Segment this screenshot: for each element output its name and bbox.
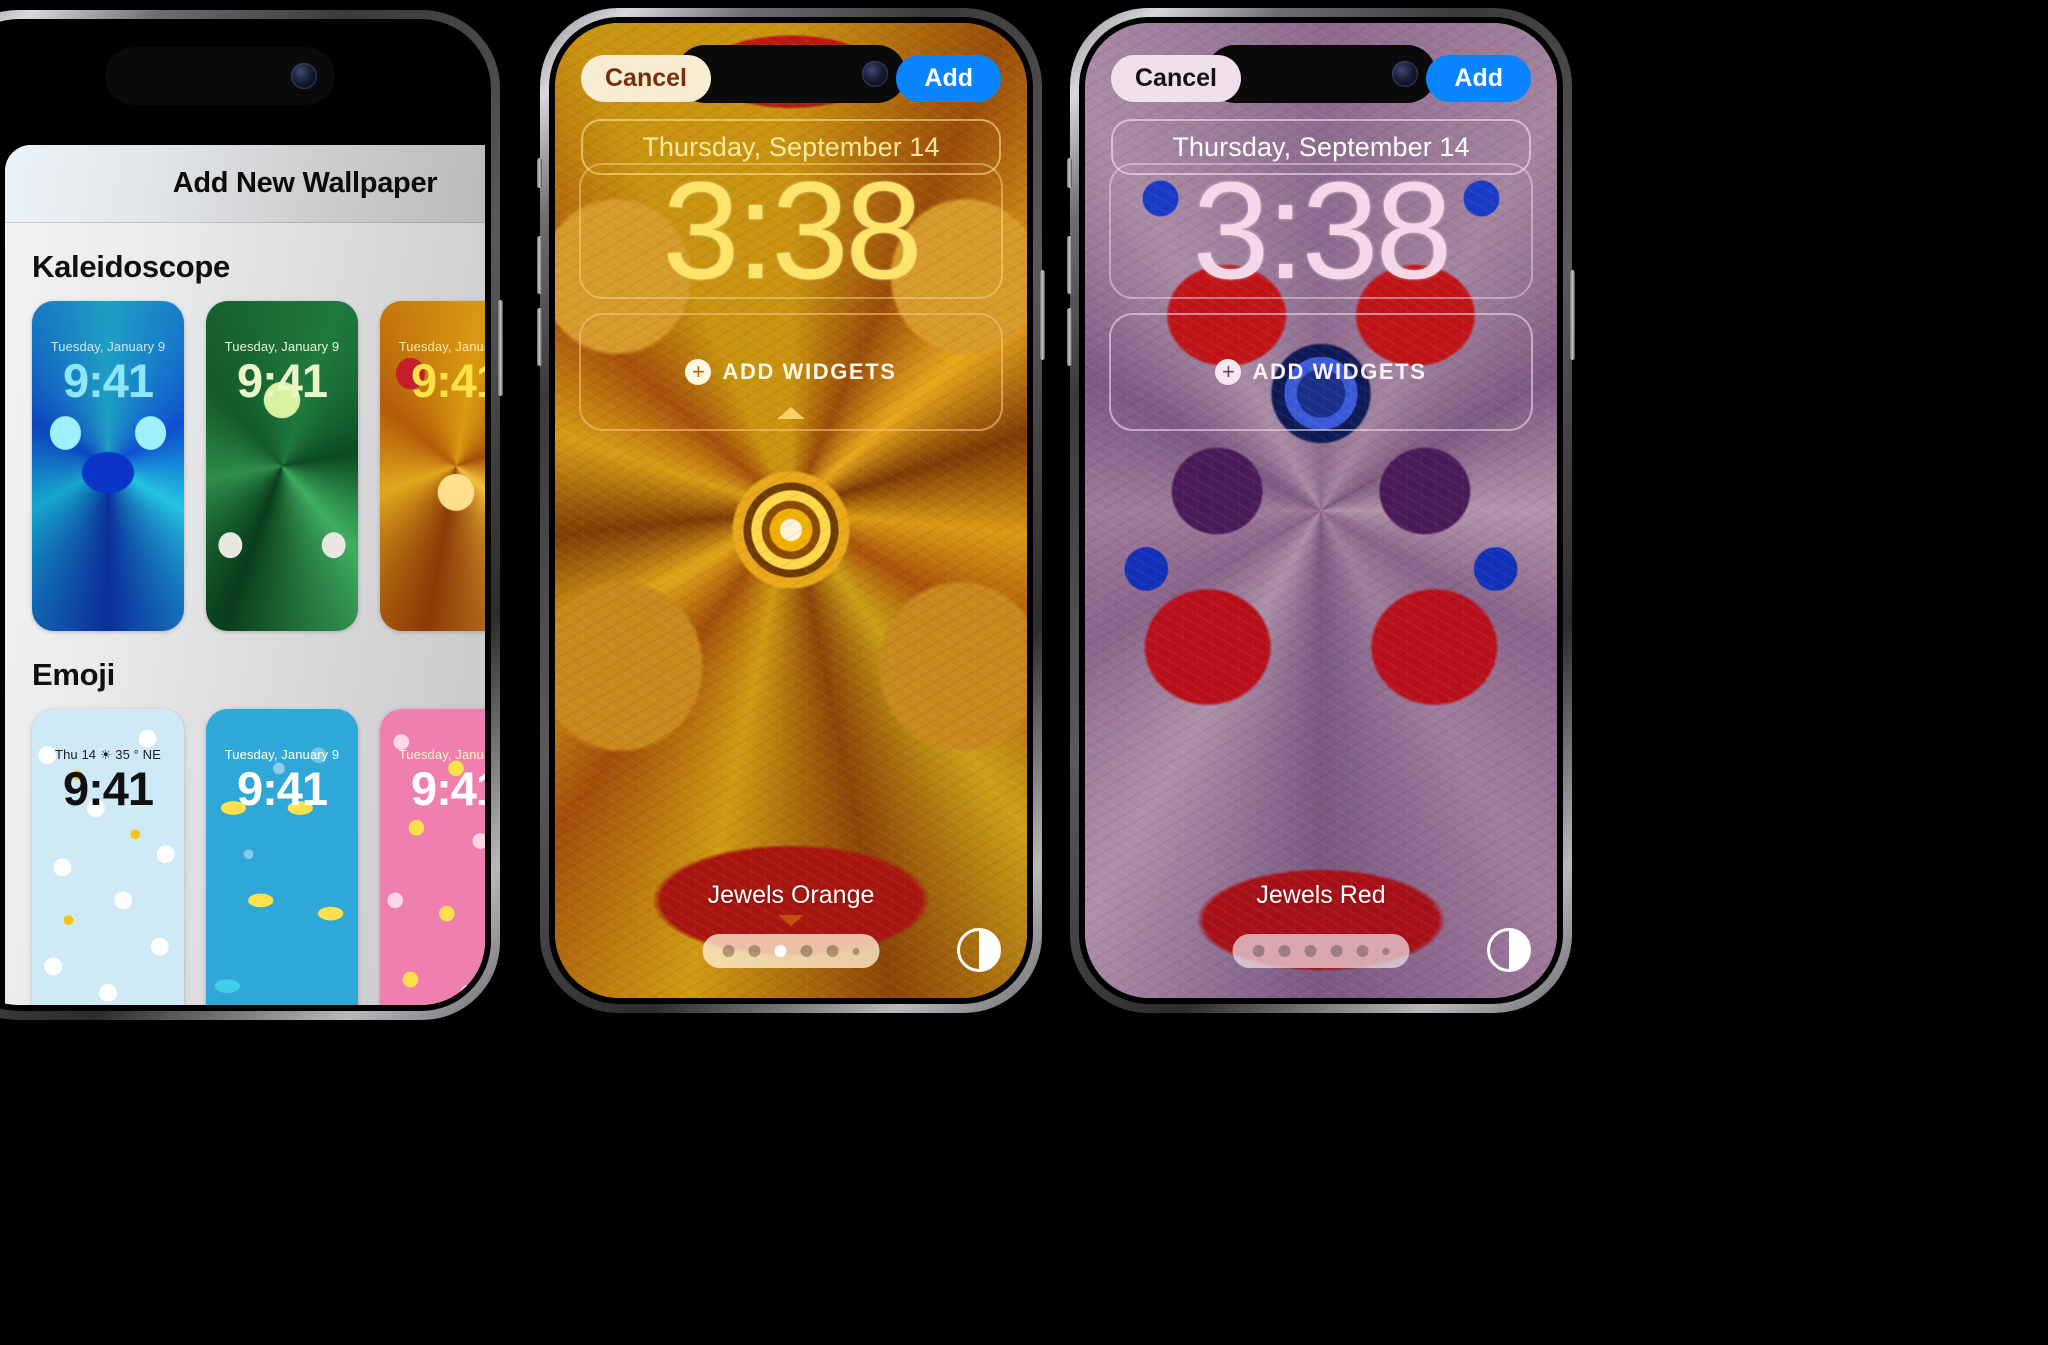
wallpaper-thumbnail[interactable]: Tuesday, January 99:41 [380, 709, 485, 1005]
thumbnail-time: 9:41 [410, 762, 485, 815]
phone-screen-middle: Cancel Add Thursday, September 14 3:38 +… [555, 23, 1027, 998]
sheet-header: Add New Wallpaper ✕ [5, 145, 485, 223]
thumbnail-time: 9:41 [410, 354, 485, 407]
plus-circle-icon: + [685, 359, 712, 385]
page-dot[interactable] [722, 945, 735, 957]
page-dot[interactable] [748, 945, 761, 957]
page-dot[interactable] [826, 945, 839, 957]
add-wallpaper-sheet: Add New Wallpaper ✕ KaleidoscopeTuesday,… [5, 145, 485, 1005]
contrast-toggle-icon[interactable] [1487, 928, 1531, 972]
thumbnail-time: 9:41 [236, 354, 328, 407]
wallpaper-page-dots-middle[interactable] [702, 934, 880, 968]
dynamic-island [105, 47, 335, 105]
date-edit-field[interactable]: Thursday, September 14 [581, 119, 1001, 175]
phone-device-right: Cancel Add Thursday, September 14 3:38 +… [1067, 8, 1575, 1013]
page-dot[interactable] [1330, 945, 1343, 957]
volume-down-button[interactable] [1067, 308, 1072, 366]
page-dot[interactable] [774, 945, 787, 957]
contrast-toggle-icon[interactable] [957, 928, 1001, 972]
add-widgets-button[interactable]: + ADD WIDGETS [1109, 313, 1533, 431]
page-dot[interactable] [1356, 945, 1369, 957]
add-widgets-button[interactable]: + ADD WIDGETS [579, 313, 1003, 431]
front-camera-icon [291, 63, 317, 89]
thumbnail-date: Tuesday, January 9 [50, 339, 166, 354]
widget-drawer-arrow-icon [777, 407, 805, 419]
phone-bezel-middle: Cancel Add Thursday, September 14 3:38 +… [549, 17, 1033, 1004]
cancel-button[interactable]: Cancel [581, 55, 711, 102]
add-button[interactable]: Add [896, 55, 1001, 102]
preview-toolbar: Cancel Add [555, 55, 1027, 102]
preview-toolbar: Cancel Add [1085, 55, 1557, 102]
power-button[interactable] [1570, 270, 1575, 360]
wallpaper-name-right: Jewels Red [1256, 881, 1386, 909]
volume-down-button[interactable] [537, 308, 542, 366]
wallpaper-thumbnail[interactable]: Tuesday, January 99:41 [206, 709, 358, 1005]
phone-device-left: Add New Wallpaper ✕ KaleidoscopeTuesday,… [0, 10, 503, 1020]
page-dot[interactable] [1278, 945, 1291, 957]
thumbnail-time: 9:41 [236, 762, 328, 815]
sheet-body[interactable]: Kaleidoscope Tuesday, January 9 9:41 Tuesda… [5, 223, 485, 1005]
phone-bezel-right: Cancel Add Thursday, September 14 3:38 +… [1079, 17, 1563, 1004]
phone-screen-right: Cancel Add Thursday, September 14 3:38 +… [1085, 23, 1557, 998]
power-button[interactable] [1040, 270, 1045, 360]
lockscreen-time: 3:38 [1192, 154, 1453, 308]
screenshot-stage: Add New Wallpaper ✕ KaleidoscopeTuesday,… [0, 0, 2048, 1345]
volume-up-button[interactable] [1067, 236, 1072, 294]
lockscreen-date: Thursday, September 14 [642, 131, 940, 162]
section-title-emoji: Emoji [32, 657, 115, 692]
page-dot[interactable] [1382, 947, 1390, 955]
thumbnail-time: 9:41 [62, 762, 154, 815]
page-dot[interactable] [852, 947, 860, 955]
silent-switch[interactable] [1067, 158, 1072, 188]
power-button[interactable] [498, 300, 503, 396]
section-title-kaleidoscope: Kaleidoscope [32, 249, 230, 284]
wallpaper-row-kaleidoscope[interactable]: Tuesday, January 9 9:41 Tuesday, January 9… [5, 285, 485, 631]
phone-bezel-left: Add New Wallpaper ✕ KaleidoscopeTuesday,… [0, 19, 491, 1011]
thumbnail-date: Tuesday, January 9 [224, 339, 340, 354]
add-widgets-label: ADD WIDGETS [1252, 359, 1427, 384]
sheet-title: Add New Wallpaper [172, 167, 438, 199]
volume-up-button[interactable] [537, 236, 542, 294]
wallpaper-thumbnail[interactable]: Thu 14 ☀ 35 ° NE 9:41 [32, 709, 184, 1005]
thumbnail-date: Tuesday, January 9 [398, 747, 485, 762]
wallpaper-row-emoji[interactable]: Thu 14 ☀ 35 ° NE 9:41 Tuesday, January 9 9:… [5, 693, 485, 1005]
wallpaper-chevron-icon [778, 915, 804, 926]
time-edit-field[interactable]: 3:38 [579, 154, 1003, 308]
page-dot[interactable] [1252, 945, 1265, 957]
page-dot[interactable] [1304, 945, 1317, 957]
thumbnail-date: Tuesday, January 9 [224, 747, 340, 762]
wallpaper-thumbnail[interactable]: Tuesday, January 99:41 [32, 301, 184, 631]
cancel-button[interactable]: Cancel [1111, 55, 1241, 102]
wallpaper-thumbnail[interactable]: Tuesday, January 99:41 [380, 301, 485, 631]
add-widgets-label: ADD WIDGETS [722, 359, 897, 384]
lockscreen-time: 3:38 [662, 154, 923, 308]
lockscreen-date: Thursday, September 14 [1172, 131, 1470, 162]
add-button[interactable]: Add [1426, 55, 1531, 102]
thumbnail-date: Tuesday, January 9 [398, 339, 485, 354]
phone-device-middle: Cancel Add Thursday, September 14 3:38 +… [537, 8, 1045, 1013]
time-edit-field[interactable]: 3:38 [1109, 154, 1533, 308]
silent-switch[interactable] [537, 158, 542, 188]
thumbnail-time: 9:41 [62, 354, 154, 407]
date-edit-field[interactable]: Thursday, September 14 [1111, 119, 1531, 175]
page-dot[interactable] [800, 945, 813, 957]
wallpaper-name-middle: Jewels Orange [707, 881, 875, 909]
plus-circle-icon: + [1215, 359, 1242, 385]
phone-screen-left: Add New Wallpaper ✕ KaleidoscopeTuesday,… [0, 25, 485, 1005]
wallpaper-thumbnail[interactable]: Tuesday, January 99:41 [206, 301, 358, 631]
wallpaper-page-dots-right[interactable] [1232, 934, 1410, 968]
